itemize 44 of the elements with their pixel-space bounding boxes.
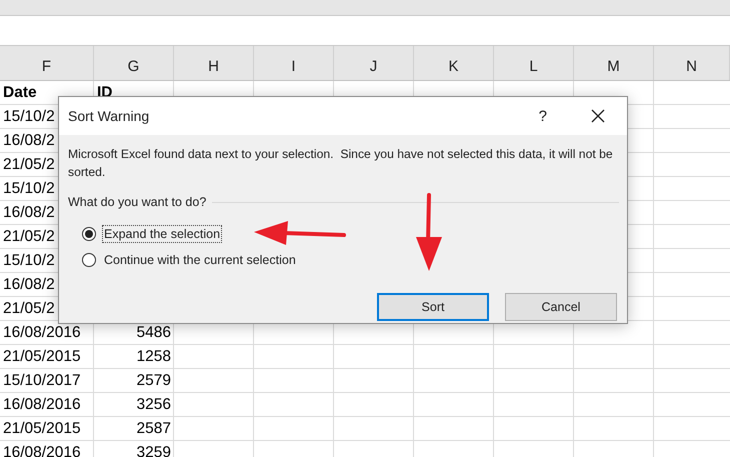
table-cell: 5486 (136, 324, 171, 342)
table-cell: 3256 (136, 396, 171, 414)
column-header[interactable]: I (291, 58, 296, 75)
table-cell: 15/10/2 (3, 252, 55, 270)
table-cell: 2587 (136, 420, 171, 438)
table-cell: 15/10/2 (3, 180, 55, 198)
table-cell: 16/08/2 (3, 132, 55, 150)
dialog-button[interactable]: Sort (377, 293, 489, 321)
column-header[interactable]: M (607, 58, 620, 75)
table-cell: 3259 (136, 444, 171, 457)
table-cell: 16/08/2016 (3, 444, 81, 457)
table-cell: 15/10/2 (3, 108, 55, 126)
table-cell: 2579 (136, 372, 171, 390)
table-cell: 21/05/2 (3, 228, 55, 246)
warning-message: Microsoft Excel found data next to your selection. Since you have not selected this data, it will not be sorted. (68, 146, 613, 181)
arrow-icon (254, 220, 346, 246)
table-cell: 15/10/2017 (3, 372, 81, 390)
dialog-title: Sort Warning (68, 108, 150, 124)
dialog-button[interactable]: Cancel (505, 293, 617, 321)
table-cell: 16/08/2016 (3, 324, 81, 342)
column-header[interactable]: L (529, 58, 538, 75)
table-cell: 21/05/2 (3, 300, 55, 318)
column-header[interactable]: K (448, 58, 458, 75)
question-label: What do you want to do? (68, 195, 206, 209)
column-header[interactable]: F (42, 58, 52, 75)
help-button[interactable]: ? (538, 108, 547, 124)
column-header[interactable]: J (370, 58, 378, 75)
radio-button[interactable] (82, 227, 96, 241)
table-cell: 16/08/2016 (3, 396, 81, 414)
column-header[interactable]: G (128, 58, 140, 75)
radio-button[interactable] (82, 253, 96, 267)
table-cell: 16/08/2 (3, 276, 55, 294)
table-cell: 1258 (136, 348, 171, 366)
close-icon[interactable] (591, 109, 605, 123)
table-cell: Date (3, 84, 37, 102)
option-label[interactable]: Expand the selection (102, 225, 222, 243)
column-header[interactable]: N (686, 58, 697, 75)
table-cell: 16/08/2 (3, 204, 55, 222)
table-cell: 21/05/2 (3, 156, 55, 174)
table-cell: 21/05/2015 (3, 348, 81, 366)
column-header[interactable]: H (208, 58, 219, 75)
table-cell: 21/05/2015 (3, 420, 81, 438)
arrow-icon (415, 193, 443, 273)
option-label[interactable]: Continue with the current selection (102, 251, 298, 269)
